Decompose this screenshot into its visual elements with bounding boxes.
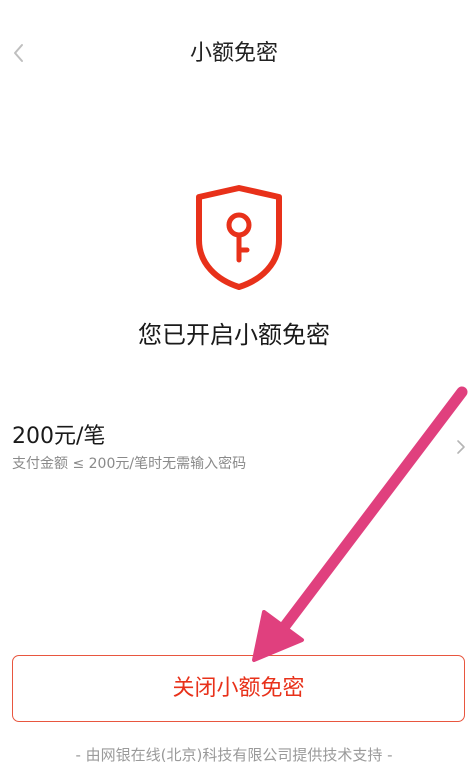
limit-setting-row[interactable]: 200元/笔 支付金额 ≤ 200元/笔时无需输入密码 <box>0 412 468 488</box>
limit-description: 支付金额 ≤ 200元/笔时无需输入密码 <box>12 456 247 472</box>
chevron-right-icon <box>457 440 465 454</box>
page-title: 小额免密 <box>189 41 278 66</box>
shield-key-icon <box>193 184 285 290</box>
close-small-password-free-button[interactable]: 关闭小额免密 <box>12 655 465 722</box>
limit-amount: 200元/笔 <box>12 424 106 449</box>
status-title: 您已开启小额免密 <box>138 321 330 349</box>
footer-note: - 由网银在线(北京)科技有限公司提供技术支持 - <box>75 746 393 764</box>
